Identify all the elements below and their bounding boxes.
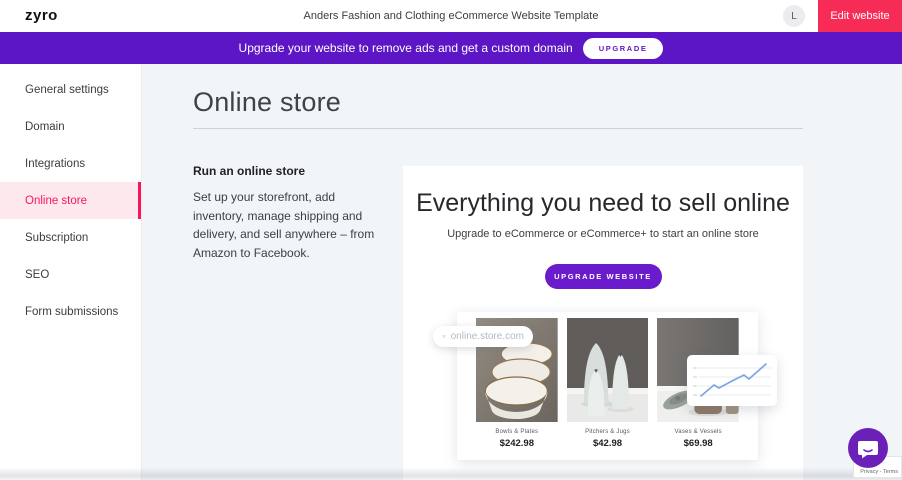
cart-icon	[442, 331, 446, 342]
sidebar-item-domain[interactable]: Domain	[0, 108, 141, 145]
page-title: Online store	[193, 87, 341, 118]
sidebar-item-general-settings[interactable]: General settings	[0, 71, 141, 108]
app-root: zyro Anders Fashion and Clothing eCommer…	[0, 0, 902, 480]
top-header: zyro Anders Fashion and Clothing eCommer…	[0, 0, 902, 32]
intro-heading: Run an online store	[193, 164, 375, 178]
sidebar-item-online-store[interactable]: Online store	[0, 182, 141, 219]
product-price: $242.98	[476, 438, 558, 449]
chat-bubble-icon	[848, 428, 888, 468]
title-divider	[193, 128, 803, 129]
upgrade-button[interactable]: UPGRADE	[583, 38, 664, 59]
upgrade-banner: Upgrade your website to remove ads and g…	[0, 32, 902, 64]
store-url-text: online.store.com	[451, 331, 524, 342]
chart-line	[701, 364, 766, 396]
sales-chart-card	[687, 355, 777, 406]
settings-sidebar: General settings Domain Integrations Onl…	[0, 64, 142, 480]
sidebar-item-seo[interactable]: SEO	[0, 256, 141, 293]
chat-widget-button[interactable]	[848, 428, 888, 468]
upsell-title: Everything you need to sell online	[403, 189, 803, 218]
upgrade-banner-text: Upgrade your website to remove ads and g…	[239, 41, 573, 55]
store-url-bar: online.store.com	[433, 326, 533, 347]
pitchers-product-image	[567, 318, 649, 422]
user-avatar[interactable]: L	[783, 5, 805, 27]
sidebar-item-subscription[interactable]: Subscription	[0, 219, 141, 256]
intro-description: Set up your storefront, add inventory, m…	[193, 188, 375, 262]
product-name: Vases & Vessels	[657, 429, 739, 435]
product-card: Pitchers & Jugs $42.98	[567, 318, 649, 460]
main-content: Online store Run an online store Set up …	[142, 64, 902, 480]
product-price: $42.98	[567, 438, 649, 449]
recaptcha-terms-text: Privacy - Terms	[860, 469, 898, 475]
sidebar-item-integrations[interactable]: Integrations	[0, 145, 141, 182]
product-name: Bowls & Plates	[476, 429, 558, 435]
upgrade-website-button[interactable]: UPGRADE WEBSITE	[545, 264, 662, 289]
product-price: $69.98	[657, 438, 739, 449]
edit-website-button[interactable]: Edit website	[818, 0, 902, 32]
product-name: Pitchers & Jugs	[567, 429, 649, 435]
line-chart-graphic	[687, 355, 777, 406]
upsell-subtitle: Upgrade to eCommerce or eCommerce+ to st…	[403, 228, 803, 240]
online-store-intro: Run an online store Set up your storefro…	[193, 164, 375, 262]
sidebar-item-form-submissions[interactable]: Form submissions	[0, 293, 141, 330]
ecommerce-upsell-panel: Everything you need to sell online Upgra…	[403, 166, 803, 480]
site-template-title: Anders Fashion and Clothing eCommerce We…	[0, 10, 902, 22]
